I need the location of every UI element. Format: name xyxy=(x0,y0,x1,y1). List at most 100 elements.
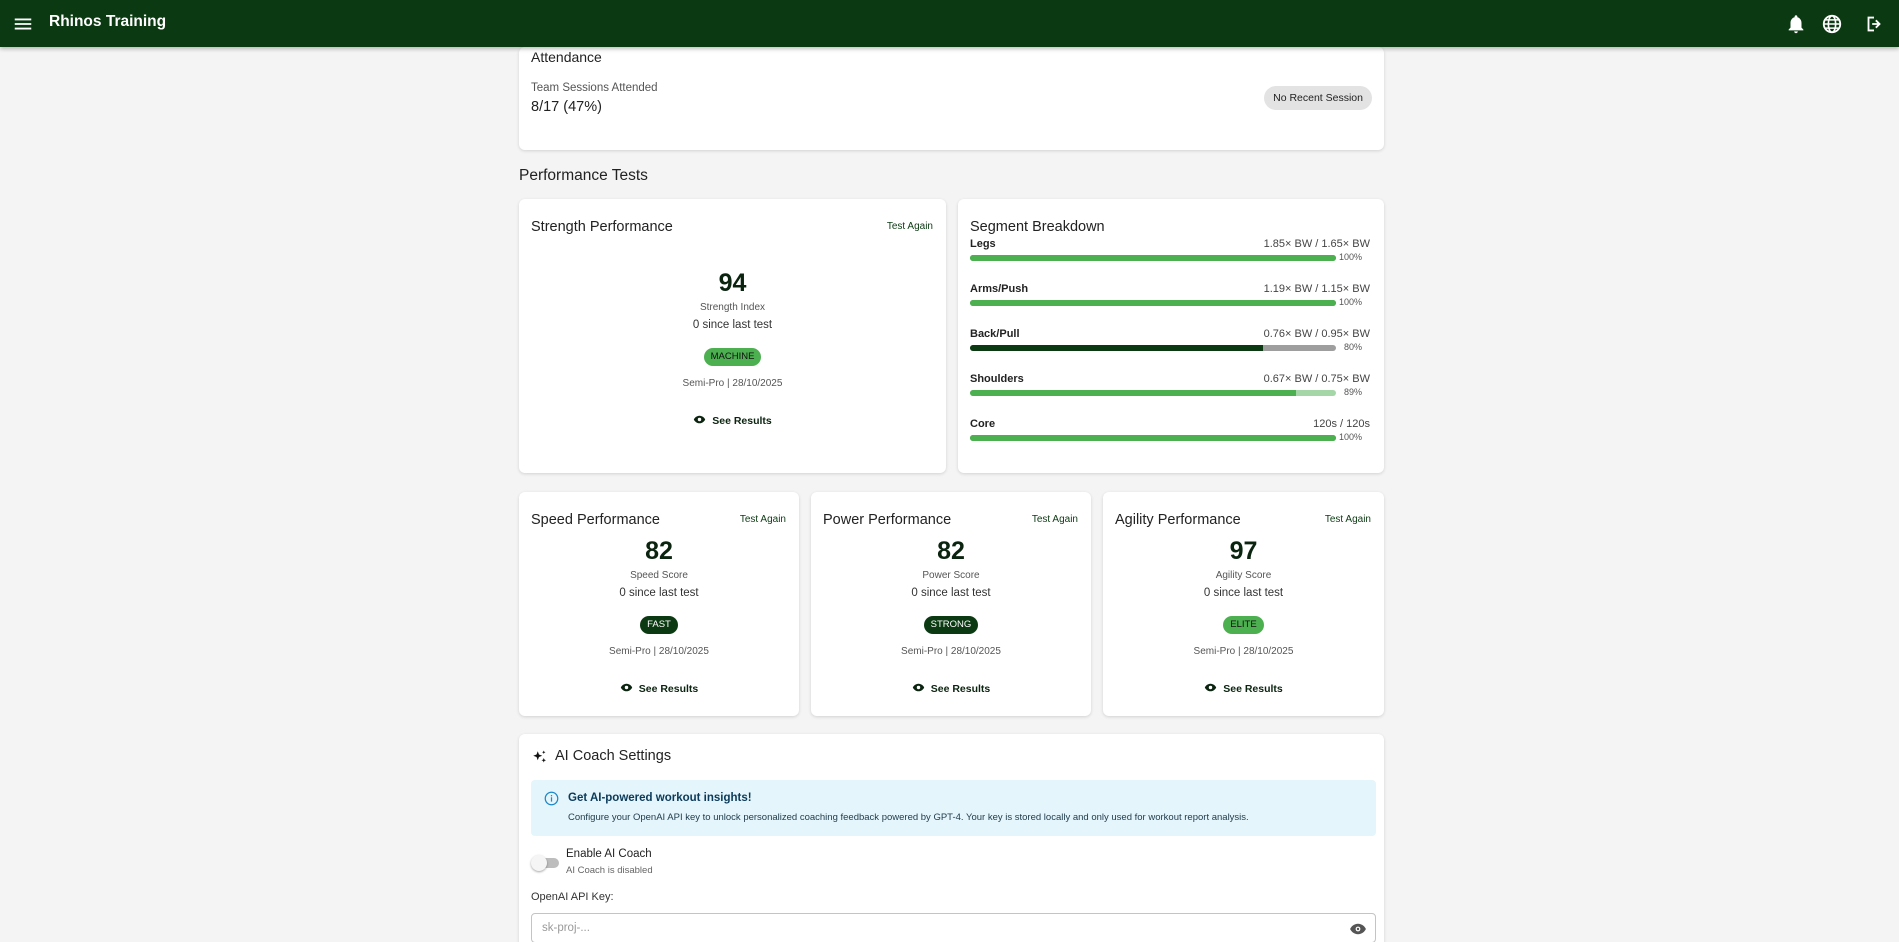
segment-name: Core xyxy=(970,418,996,430)
segment-percent: 100% xyxy=(1338,297,1362,307)
ai-coach-card: AI Coach Settings Get AI-powered workout… xyxy=(519,734,1384,942)
eye-icon xyxy=(620,683,632,692)
attendance-label: Team Sessions Attended xyxy=(531,82,658,94)
session-status-chip: No Recent Session xyxy=(1264,86,1372,110)
agility-meta: Semi-Pro | 28/10/2025 xyxy=(1193,646,1294,657)
power-test-again-button[interactable]: Test Again xyxy=(1032,514,1078,525)
power-title: Power Performance xyxy=(823,512,952,528)
power-score: 82 xyxy=(937,537,965,565)
eye-icon xyxy=(912,683,924,692)
ai-info-alert: Get AI-powered workout insights! Configu… xyxy=(531,780,1376,836)
api-key-input[interactable] xyxy=(531,913,1376,942)
segment-progress-fill xyxy=(970,435,1336,441)
speed-score-label: Speed Score xyxy=(630,570,688,581)
agility-score: 97 xyxy=(1229,537,1258,565)
speed-score: 82 xyxy=(645,537,673,565)
segment-breakdown-card: Segment Breakdown Legs 1.85× BW / 1.65× B… xyxy=(958,199,1384,473)
power-card: Power Performance Test Again 82 Power Sc… xyxy=(811,492,1091,716)
segment-progress-fill xyxy=(970,390,1296,396)
speed-meta: Semi-Pro | 28/10/2025 xyxy=(609,646,709,657)
ai-coach-status-text: AI Coach is disabled xyxy=(566,865,653,876)
segment-row: Back/Pull 0.76× BW / 0.95× BW 80% xyxy=(970,328,1370,358)
segment-row: Core 120s / 120s 100% xyxy=(970,418,1370,448)
segment-progress-fill xyxy=(970,300,1336,306)
strength-score: 94 xyxy=(718,269,747,297)
attendance-title: Attendance xyxy=(531,49,602,65)
agility-score-label: Agility Score xyxy=(1215,570,1272,581)
eye-icon xyxy=(694,415,706,424)
see-results-label: See Results xyxy=(712,415,772,427)
strength-badge: MACHINE xyxy=(703,348,762,366)
bell-icon[interactable] xyxy=(1785,13,1807,35)
segment-name: Arms/Push xyxy=(970,283,1029,295)
performance-tests-heading: Performance Tests xyxy=(519,167,648,184)
app-title: Rhinos Training xyxy=(49,13,167,30)
speed-since-text: 0 since last test xyxy=(619,587,699,599)
ai-info-text: Configure your OpenAI API key to unlock … xyxy=(568,812,1249,823)
segment-name: Back/Pull xyxy=(970,328,1020,340)
menu-icon[interactable] xyxy=(12,13,34,35)
ai-info-title: Get AI-powered workout insights! xyxy=(568,792,752,804)
attendance-card: Attendance Team Sessions Attended 8/17 (… xyxy=(519,47,1384,150)
agility-badge: ELITE xyxy=(1223,616,1264,634)
power-meta: Semi-Pro | 28/10/2025 xyxy=(901,646,1001,657)
info-icon xyxy=(544,791,559,806)
segment-percent: 100% xyxy=(1338,252,1362,262)
speed-card: Speed Performance Test Again 82 Speed Sc… xyxy=(519,492,799,716)
speed-title: Speed Performance xyxy=(531,512,660,528)
agility-title: Agility Performance xyxy=(1115,512,1241,528)
agility-test-again-button[interactable]: Test Again xyxy=(1325,514,1371,525)
segment-percent: 80% xyxy=(1343,342,1362,352)
power-see-results-button[interactable]: See Results xyxy=(811,681,1091,695)
enable-ai-coach-toggle[interactable] xyxy=(531,855,559,871)
strength-test-again-button[interactable]: Test Again xyxy=(887,221,933,232)
see-results-label: See Results xyxy=(930,683,991,695)
logout-icon[interactable] xyxy=(1863,13,1885,35)
strength-card: Strength Performance Test Again 94 Stren… xyxy=(519,199,946,473)
power-badge: STRONG xyxy=(923,616,979,634)
strength-since-text: 0 since last test xyxy=(692,319,773,331)
eye-icon xyxy=(1205,683,1217,692)
toggle-knob xyxy=(531,855,547,871)
segment-progress-bar xyxy=(970,345,1336,351)
sparkle-icon xyxy=(533,750,546,763)
speed-test-again-button[interactable]: Test Again xyxy=(740,514,786,525)
segment-value: 0.67× BW / 0.75× BW xyxy=(1263,373,1370,385)
segment-row: Shoulders 0.67× BW / 0.75× BW 89% xyxy=(970,373,1370,403)
ai-coach-title: AI Coach Settings xyxy=(555,748,672,764)
power-score-label: Power Score xyxy=(922,570,980,581)
segment-name: Shoulders xyxy=(970,373,1024,385)
speed-see-results-button[interactable]: See Results xyxy=(519,681,799,695)
speed-badge: FAST xyxy=(640,616,678,634)
segment-progress-bar xyxy=(970,390,1336,396)
see-results-label: See Results xyxy=(1223,683,1283,695)
strength-meta: Semi-Pro | 28/10/2025 xyxy=(682,378,783,389)
power-since-text: 0 since last test xyxy=(911,587,991,599)
agility-see-results-button[interactable]: See Results xyxy=(1103,681,1384,695)
see-results-label: See Results xyxy=(638,683,699,695)
attendance-value: 8/17 (47%) xyxy=(531,99,602,115)
strength-title: Strength Performance xyxy=(531,219,673,235)
segment-name: Legs xyxy=(970,238,996,250)
segment-value: 120s / 120s xyxy=(1313,418,1370,430)
strength-see-results-button[interactable]: See Results xyxy=(519,413,946,427)
segment-row: Legs 1.85× BW / 1.65× BW 100% xyxy=(970,238,1370,268)
api-key-label: OpenAI API Key: xyxy=(531,891,614,903)
show-password-icon[interactable] xyxy=(1349,920,1367,938)
app-bar: Rhinos Training xyxy=(0,0,1899,47)
segment-value: 1.19× BW / 1.15× BW xyxy=(1263,283,1370,295)
segment-row: Arms/Push 1.19× BW / 1.15× BW 100% xyxy=(970,283,1370,313)
segment-progress-bar xyxy=(970,255,1336,261)
globe-icon[interactable] xyxy=(1821,13,1843,35)
segment-value: 0.76× BW / 0.95× BW xyxy=(1263,328,1370,340)
strength-score-label: Strength Index xyxy=(699,302,766,313)
segment-percent: 100% xyxy=(1338,432,1362,442)
segment-value: 1.85× BW / 1.65× BW xyxy=(1263,238,1370,250)
segment-breakdown-title: Segment Breakdown xyxy=(970,219,1105,235)
segment-percent: 89% xyxy=(1343,387,1362,397)
agility-card: Agility Performance Test Again 97 Agilit… xyxy=(1103,492,1384,716)
agility-since-text: 0 since last test xyxy=(1203,587,1284,599)
segment-progress-fill xyxy=(970,345,1263,351)
segment-progress-bar xyxy=(970,435,1336,441)
enable-ai-coach-label: Enable AI Coach xyxy=(566,848,652,860)
